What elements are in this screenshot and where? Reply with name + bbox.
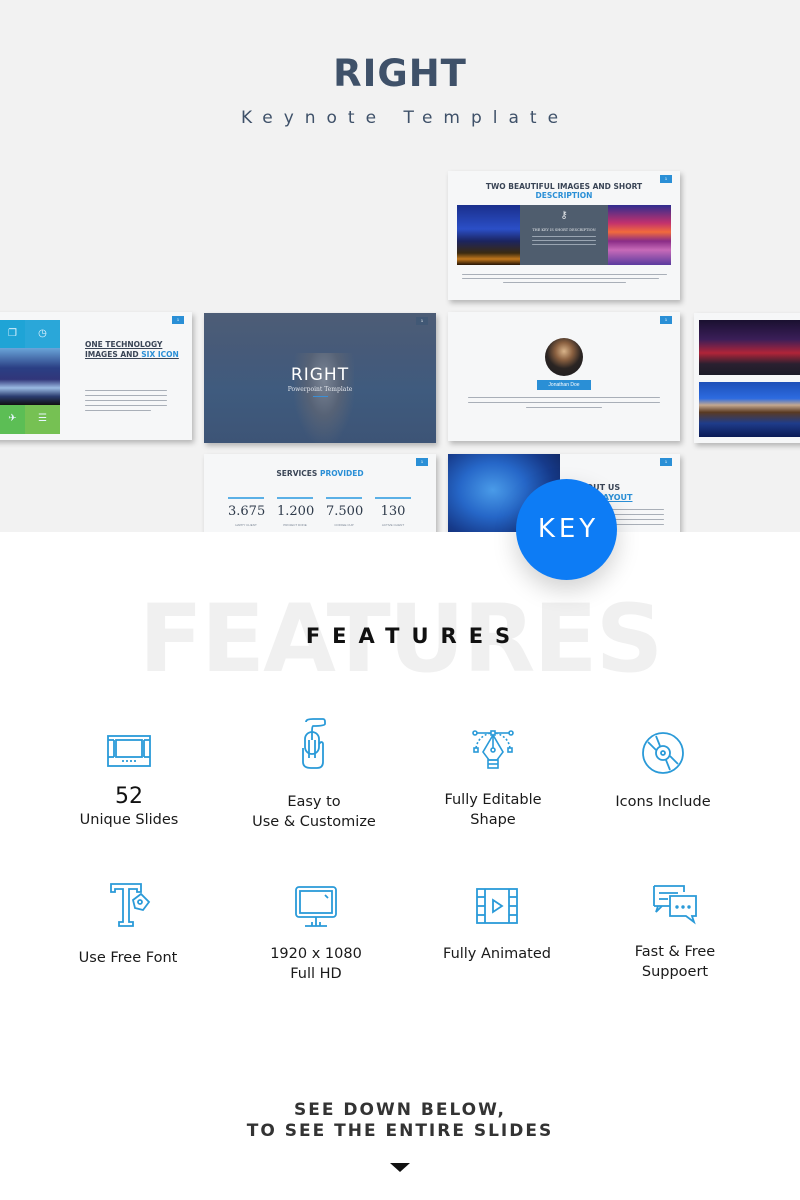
stat-item: 7.500 COFFEE CUP bbox=[326, 497, 363, 527]
chat-icon bbox=[650, 880, 700, 930]
monitor-icon bbox=[291, 882, 341, 932]
city-night-image bbox=[699, 320, 800, 375]
feature-editable-shape: Fully Editable Shape bbox=[403, 726, 583, 830]
product-subtitle: Keynote Template bbox=[240, 108, 570, 128]
page-number: 1 bbox=[660, 316, 672, 324]
feature-label: Easy to bbox=[287, 794, 341, 810]
sliders-icon: ☰ bbox=[25, 405, 60, 434]
cta-line-2: TO SEE THE ENTIRE SLIDES bbox=[246, 1121, 554, 1141]
stat-item: 3.675 HAPPY CLIENT bbox=[228, 497, 265, 527]
disc-icon bbox=[638, 728, 688, 778]
cta-line-1: SEE DOWN BELOW, bbox=[294, 1100, 506, 1120]
feature-label: Full HD bbox=[290, 966, 342, 982]
slide-title: TWO BEAUTIFUL IMAGES AND SHORT bbox=[485, 182, 643, 191]
slide-preview-photos bbox=[694, 313, 800, 443]
paper-plane-icon: ✈ bbox=[0, 405, 25, 434]
slide-preview-technology: 1 ❐ ◷ ✈ ☰ ONE TECHNOLOGY IMAGES AND SIX … bbox=[0, 312, 192, 440]
slide-title-accent: DESCRIPTION bbox=[535, 191, 593, 200]
pen-tool-icon bbox=[468, 726, 518, 776]
call-to-action: SEE DOWN BELOW, TO SEE THE ENTIRE SLIDES bbox=[0, 1100, 800, 1142]
feature-label: Fast & Free bbox=[634, 944, 716, 960]
avatar bbox=[545, 338, 583, 376]
clock-icon: ◷ bbox=[25, 320, 60, 348]
profile-name: Jonathan Doe bbox=[537, 380, 591, 390]
feature-label: Suppoert bbox=[641, 964, 709, 980]
feature-label: Use & Customize bbox=[252, 814, 376, 830]
mouse-hand-icon bbox=[289, 718, 339, 772]
triangle-down-icon[interactable] bbox=[390, 1163, 410, 1172]
stat-item: 130 ACTIVE CLIENT bbox=[375, 497, 411, 527]
page-number: 1 bbox=[416, 458, 428, 466]
bridge-night-image bbox=[457, 205, 520, 265]
slide-title: SERVICES PROVIDED bbox=[276, 469, 364, 478]
stat-item: 1.200 PROJECT DONE bbox=[277, 497, 314, 527]
feature-label: Fully Editable bbox=[444, 792, 542, 808]
slides-icon bbox=[104, 726, 154, 776]
feature-label: Unique Slides bbox=[79, 812, 179, 828]
mountain-reflection-image bbox=[699, 382, 800, 437]
font-icon bbox=[103, 880, 153, 930]
features-heading: FEATURES bbox=[305, 624, 523, 648]
slides-count: 52 bbox=[115, 784, 143, 809]
page-number: 1 bbox=[660, 458, 672, 466]
feature-label: Fully Animated bbox=[443, 946, 551, 962]
feature-label: Icons Include bbox=[615, 794, 711, 810]
panel-text bbox=[532, 236, 596, 248]
page-number: 1 bbox=[416, 317, 428, 325]
slide-preview-profile: 1 Jonathan Doe bbox=[448, 312, 680, 441]
body-text bbox=[468, 397, 660, 412]
feature-icons-include: Icons Include bbox=[573, 728, 753, 812]
hero-section: RIGHT Keynote Template 1 TWO BEAUTIFUL I… bbox=[0, 0, 800, 532]
feature-unique-slides: 52 Unique Slides bbox=[39, 726, 219, 830]
slide-heading: ONE TECHNOLOGY IMAGES AND SIX ICON bbox=[85, 340, 179, 359]
feature-support: Fast & Free Suppoert bbox=[585, 880, 765, 982]
cover-title: RIGHT bbox=[290, 365, 350, 385]
body-text bbox=[85, 390, 167, 415]
slide-preview-images: 1 TWO BEAUTIFUL IMAGES AND SHORT DESCRIP… bbox=[448, 171, 680, 300]
slide-preview-cover: 1 RIGHT Powerpoint Template bbox=[204, 313, 436, 443]
cover-subtitle: Powerpoint Template bbox=[287, 386, 353, 393]
sunset-beach-image bbox=[608, 205, 671, 265]
description-panel: ⚷ THE KEY IS SHORT DESCRIPTION bbox=[520, 205, 608, 265]
feature-animated: Fully Animated bbox=[407, 882, 587, 964]
key-icon: ⚷ bbox=[560, 210, 568, 221]
page-number: 1 bbox=[172, 316, 184, 324]
slide-preview-services: 1 SERVICES PROVIDED 3.675 HAPPY CLIENT 1.… bbox=[204, 454, 436, 532]
feature-free-font: Use Free Font bbox=[38, 880, 218, 968]
cover-divider bbox=[313, 396, 328, 397]
feature-full-hd: 1920 x 1080 Full HD bbox=[226, 882, 406, 984]
feature-label: 1920 x 1080 bbox=[270, 946, 362, 962]
body-text bbox=[462, 274, 667, 286]
feature-label: Use Free Font bbox=[78, 950, 178, 966]
feature-easy-customize: Easy to Use & Customize bbox=[224, 718, 404, 832]
document-icon: ❐ bbox=[0, 320, 25, 348]
keynote-badge: KEY bbox=[516, 479, 617, 580]
mountain-lake-image bbox=[0, 348, 60, 405]
panel-caption: THE KEY IS SHORT DESCRIPTION bbox=[532, 228, 596, 232]
feature-label: Shape bbox=[470, 812, 516, 828]
film-play-icon bbox=[472, 882, 522, 932]
product-title: RIGHT bbox=[333, 52, 467, 95]
